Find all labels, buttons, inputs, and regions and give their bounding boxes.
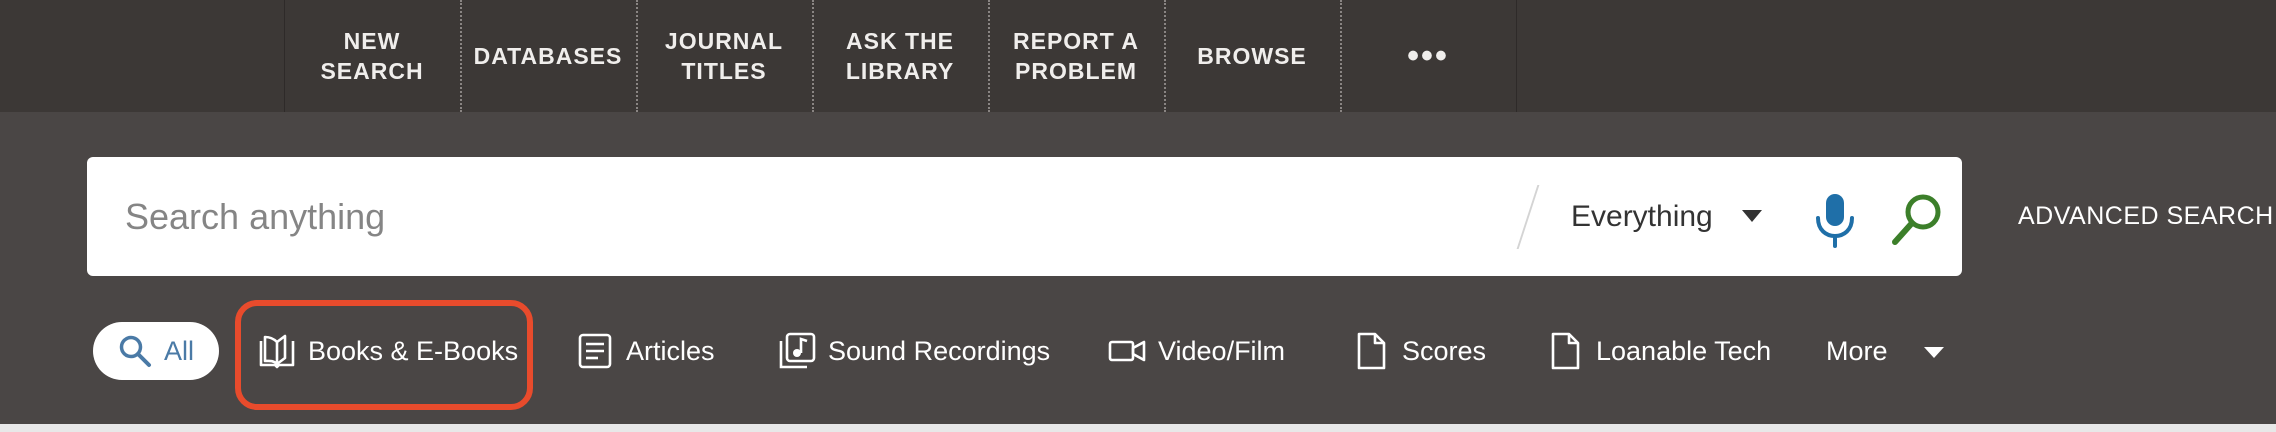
search-icon[interactable]: [1887, 190, 1947, 250]
filter-more-dropdown[interactable]: More: [1826, 322, 1888, 380]
nav-ask-the-library[interactable]: ASK THE LIBRARY: [812, 0, 988, 112]
search-box: Everything: [87, 157, 1962, 276]
filter-label: Video/Film: [1158, 335, 1286, 366]
nav-new-search[interactable]: NEW SEARCH: [284, 0, 460, 112]
ellipsis-icon: •••: [1407, 37, 1449, 75]
search-scope-value: Everything: [1571, 199, 1713, 233]
document-icon: [1551, 332, 1580, 370]
top-navigation: NEW SEARCH DATABASES JOURNAL TITLES ASK …: [0, 0, 2276, 112]
filter-label: Books & E-Books: [308, 335, 519, 366]
filter-sound-recordings[interactable]: Sound Recordings: [778, 322, 1050, 380]
open-book-icon: [259, 334, 295, 369]
nav-browse[interactable]: BROWSE: [1164, 0, 1340, 112]
nav-label: NEW SEARCH: [320, 28, 424, 84]
nav-report-a-problem[interactable]: REPORT A PROBLEM: [988, 0, 1164, 112]
microphone-icon[interactable]: [1805, 190, 1865, 250]
nav-label: DATABASES: [473, 43, 623, 69]
filter-label: Scores: [1402, 335, 1487, 366]
music-note-icon: [779, 332, 816, 369]
nav-more-button[interactable]: •••: [1340, 0, 1516, 112]
advanced-search-label: ADVANCED SEARCH: [2018, 201, 2274, 230]
article-icon: [578, 333, 612, 369]
nav-databases[interactable]: DATABASES: [460, 0, 636, 112]
filter-video-film[interactable]: Video/Film: [1108, 322, 1285, 380]
nav-label: JOURNAL TITLES: [664, 28, 784, 84]
search-icon: [119, 335, 151, 367]
search-divider: [1516, 185, 1540, 249]
caret-down-icon[interactable]: [1924, 347, 1944, 358]
content-area-edge: [0, 424, 2276, 432]
filter-all-label: All: [163, 335, 194, 366]
filter-label: Sound Recordings: [828, 335, 1051, 366]
filter-more-label: More: [1826, 335, 1888, 366]
filter-loanable-tech[interactable]: Loanable Tech: [1546, 322, 1771, 380]
filter-label: Loanable Tech: [1596, 335, 1772, 366]
search-input[interactable]: [125, 157, 1475, 276]
nav-divider: [1516, 0, 1517, 112]
filter-articles[interactable]: Articles: [576, 322, 715, 380]
resource-type-filters: All Books & E-Books Articles Sound Recor…: [0, 300, 2276, 420]
filter-scores[interactable]: Scores: [1352, 322, 1486, 380]
nav-label: BROWSE: [1197, 43, 1307, 69]
nav-label: REPORT A PROBLEM: [1013, 28, 1139, 84]
nav-label: ASK THE LIBRARY: [845, 28, 955, 84]
video-camera-icon: [1108, 340, 1146, 362]
caret-down-icon[interactable]: [1742, 210, 1762, 222]
document-icon: [1357, 332, 1386, 370]
filter-books-ebooks[interactable]: Books & E-Books: [258, 322, 518, 380]
nav-journal-titles[interactable]: JOURNAL TITLES: [636, 0, 812, 112]
advanced-search-link[interactable]: ADVANCED SEARCH: [2018, 196, 2274, 236]
filter-label: Articles: [626, 335, 715, 366]
filter-all-button[interactable]: All: [93, 322, 219, 380]
